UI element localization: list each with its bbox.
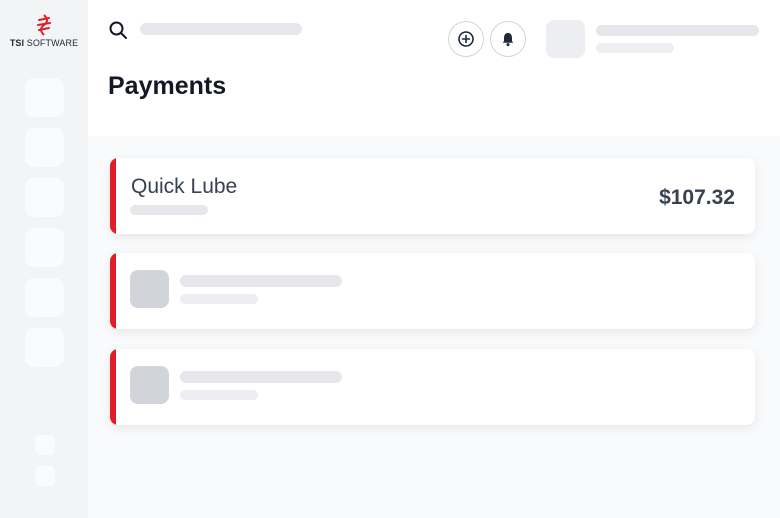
page-title: Payments xyxy=(108,72,227,100)
sidebar: TSI SOFTWARE xyxy=(0,0,88,518)
payment-subtitle-placeholder xyxy=(130,205,208,215)
sidebar-item-4[interactable] xyxy=(25,228,64,267)
title-placeholder xyxy=(180,275,342,287)
user-name-placeholder xyxy=(596,25,759,36)
notifications-button[interactable] xyxy=(490,21,526,57)
thumbnail-placeholder xyxy=(130,270,169,308)
sidebar-item-6[interactable] xyxy=(25,328,64,367)
payment-card-placeholder[interactable] xyxy=(110,253,755,329)
sidebar-item-3[interactable] xyxy=(25,178,64,217)
payment-card-placeholder[interactable] xyxy=(110,349,755,425)
logo-mark-icon xyxy=(37,14,51,36)
sidebar-utility-1[interactable] xyxy=(35,435,55,455)
user-role-placeholder xyxy=(596,43,674,53)
search-icon[interactable] xyxy=(108,20,128,40)
plus-circle-icon xyxy=(458,31,474,47)
title-placeholder xyxy=(180,371,342,383)
card-accent-bar xyxy=(110,349,116,425)
add-button[interactable] xyxy=(448,21,484,57)
payment-title: Quick Lube xyxy=(131,175,238,198)
search-input[interactable] xyxy=(140,23,302,35)
sidebar-item-5[interactable] xyxy=(25,278,64,317)
bell-icon xyxy=(502,33,514,47)
subtitle-placeholder xyxy=(180,390,258,400)
avatar[interactable] xyxy=(546,20,585,58)
subtitle-placeholder xyxy=(180,294,258,304)
payment-card[interactable]: Quick Lube $107.32 xyxy=(110,158,755,234)
sidebar-utility-2[interactable] xyxy=(35,466,55,486)
card-accent-bar xyxy=(110,158,116,234)
sidebar-item-1[interactable] xyxy=(25,78,64,117)
brand-name: TSI SOFTWARE xyxy=(9,38,79,48)
card-accent-bar xyxy=(110,253,116,329)
sidebar-item-2[interactable] xyxy=(25,128,64,167)
payment-amount: $107.32 xyxy=(659,186,735,209)
thumbnail-placeholder xyxy=(130,366,169,404)
brand-logo[interactable]: TSI SOFTWARE xyxy=(10,14,78,48)
